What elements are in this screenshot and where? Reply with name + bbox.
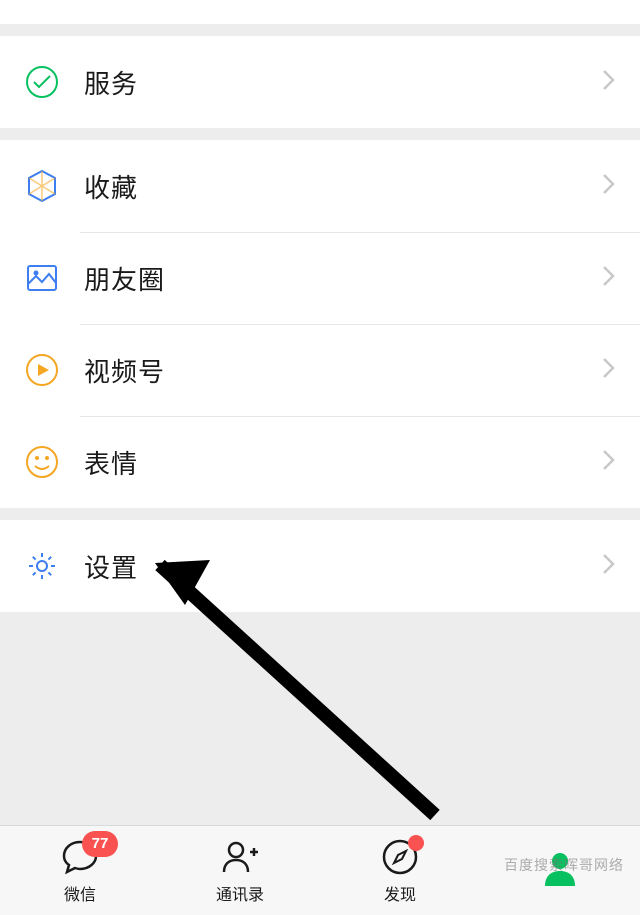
tab-label: 通讯录 [216, 881, 264, 905]
chevron-right-icon [602, 173, 616, 200]
menu-group-2: 收藏 朋友圈 [0, 140, 640, 508]
menu-item-channels[interactable]: 视频号 [0, 324, 640, 416]
favorites-icon [24, 168, 60, 204]
notification-dot [408, 835, 424, 851]
channels-icon [24, 352, 60, 388]
menu-label: 朋友圈 [84, 260, 602, 297]
menu-item-stickers[interactable]: 表情 [0, 416, 640, 508]
service-icon [24, 64, 60, 100]
menu-label: 服务 [84, 64, 602, 101]
menu-label: 视频号 [84, 352, 602, 389]
chevron-right-icon [602, 69, 616, 96]
chevron-right-icon [602, 553, 616, 580]
discover-icon [380, 837, 420, 877]
chevron-right-icon [602, 357, 616, 384]
tab-chats[interactable]: 77 微信 [0, 826, 160, 915]
unread-badge: 77 [82, 831, 118, 857]
menu-label: 设置 [84, 548, 602, 585]
moments-icon [24, 260, 60, 296]
tab-label: 发现 [384, 881, 416, 905]
menu-group-1: 服务 [0, 36, 640, 128]
menu-label: 表情 [84, 444, 602, 481]
menu-item-services[interactable]: 服务 [0, 36, 640, 128]
settings-icon [24, 548, 60, 584]
menu-item-settings[interactable]: 设置 [0, 520, 640, 612]
menu-item-favorites[interactable]: 收藏 [0, 140, 640, 232]
menu-group-3: 设置 [0, 520, 640, 612]
tab-label: 微信 [64, 881, 96, 905]
watermark-text: 百度搜索晖哥网络 [504, 855, 624, 875]
menu-item-moments[interactable]: 朋友圈 [0, 232, 640, 324]
menu-label: 收藏 [84, 168, 602, 205]
tab-contacts[interactable]: 通讯录 [160, 826, 320, 915]
chevron-right-icon [602, 265, 616, 292]
tab-discover[interactable]: 发现 [320, 826, 480, 915]
chat-icon: 77 [60, 837, 100, 877]
chevron-right-icon [602, 449, 616, 476]
contacts-icon [220, 837, 260, 877]
sticker-icon [24, 444, 60, 480]
